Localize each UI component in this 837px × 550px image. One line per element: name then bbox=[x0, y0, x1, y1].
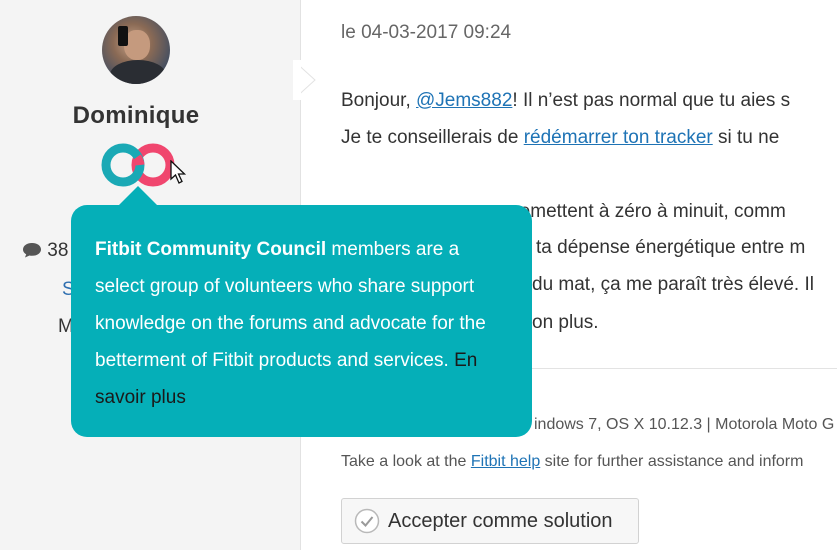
accept-solution-label: Accepter comme solution bbox=[388, 509, 613, 532]
mouse-cursor-icon bbox=[170, 160, 187, 184]
tooltip-arrow bbox=[118, 186, 158, 206]
tooltip-title: Fitbit Community Council bbox=[95, 239, 327, 260]
post-line-1: Bonjour, @Jems882! Il n’est pas normal q… bbox=[341, 90, 790, 112]
signature-help: Take a look at the Fitbit help site for … bbox=[341, 453, 803, 471]
help-text: Take a look at the bbox=[341, 453, 471, 470]
post-line-3: se remettent à zéro à minuit, comm bbox=[488, 201, 786, 222]
avatar[interactable] bbox=[102, 16, 170, 84]
post-text: Je te conseillerais de bbox=[341, 127, 524, 148]
post-timestamp: le 04-03-2017 09:24 bbox=[341, 22, 512, 43]
mention-link[interactable]: @Jems882 bbox=[416, 90, 512, 111]
post-count-value: 38 bbox=[47, 240, 69, 261]
post-text: ! Il n’est pas normal que tu aies s bbox=[512, 90, 791, 111]
accept-solution-button[interactable]: Accepter comme solution bbox=[341, 498, 639, 544]
post-line-2: Je te conseillerais de rédémarrer ton tr… bbox=[341, 127, 779, 149]
signature-devices: indows 7, OS X 10.12.3 | Motorola Moto G bbox=[534, 416, 835, 433]
author-name[interactable]: Dominique bbox=[0, 102, 272, 130]
speech-bubble-icon bbox=[23, 243, 41, 258]
post-line-4: ta dépense énergétique entre m bbox=[536, 237, 806, 258]
fitbit-help-link[interactable]: Fitbit help bbox=[471, 453, 540, 470]
community-council-tooltip: Fitbit Community Council members are a s… bbox=[71, 205, 532, 437]
post-text: Bonjour, bbox=[341, 90, 416, 111]
restart-tracker-link[interactable]: rédémarrer ton tracker bbox=[524, 127, 713, 148]
help-text: site for further assistance and inform bbox=[540, 453, 804, 470]
post-line-6: on plus. bbox=[532, 312, 599, 333]
community-council-badge-icon[interactable] bbox=[98, 142, 178, 188]
post-text: si tu ne bbox=[712, 127, 780, 148]
post-line-5: du mat, ça me paraît très élevé. Il bbox=[532, 274, 814, 295]
checkmark-circle-icon bbox=[354, 508, 380, 534]
speech-notch bbox=[293, 60, 316, 100]
